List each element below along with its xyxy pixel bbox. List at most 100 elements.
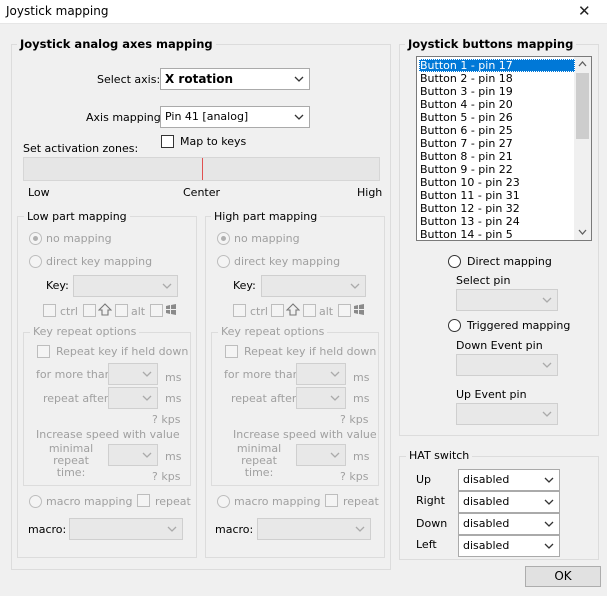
low-macro-combo[interactable] [69, 518, 183, 540]
windows-key-icon [354, 304, 364, 315]
low-no-mapping-radio[interactable] [29, 232, 42, 245]
low-repeat-checkbox[interactable] [137, 494, 150, 507]
chevron-down-icon [544, 499, 554, 505]
low-key-label: Key: [46, 279, 69, 292]
button-mapping-item[interactable]: Button 7 - pin 27 [419, 137, 575, 150]
high-key-combo[interactable] [261, 275, 366, 297]
high-repeat-held-checkbox[interactable] [225, 345, 238, 358]
high-shift-checkbox[interactable] [271, 304, 284, 317]
up-event-pin-label: Up Event pin [456, 388, 527, 401]
buttons-listbox[interactable]: Button 1 - pin 17 Button 2 - pin 18 Button… [416, 56, 592, 241]
scroll-up-icon[interactable] [578, 60, 587, 67]
high-repeat-after-label: repeat after [231, 392, 297, 405]
chevron-down-icon [330, 452, 340, 458]
axis-mapping-combo[interactable]: Pin 41 [analog] [160, 106, 310, 128]
low-increase-speed-label: Increase speed with value [36, 428, 180, 441]
high-minimal-repeat-label: minimal repeat time: [236, 442, 282, 479]
button-mapping-item[interactable]: Button 5 - pin 26 [419, 111, 575, 124]
low-shift-checkbox[interactable] [83, 304, 96, 317]
down-event-pin-label: Down Event pin [456, 339, 543, 352]
ok-button[interactable]: OK [525, 566, 601, 587]
high-for-more-than-label: for more than [224, 368, 300, 381]
hat-right-combo[interactable]: disabled [458, 491, 560, 513]
button-mapping-item[interactable]: Button 4 - pin 20 [419, 98, 575, 111]
chevron-down-icon [542, 411, 552, 417]
low-for-more-than-label: for more than [36, 368, 112, 381]
activation-zones-slider[interactable] [23, 157, 380, 181]
scroll-thumb[interactable] [576, 73, 589, 139]
direct-mapping-label: Direct mapping [467, 255, 552, 268]
close-icon[interactable]: ✕ [578, 2, 591, 20]
button-mapping-item[interactable]: Button 14 - pin 5 [419, 228, 575, 240]
low-alt-label: alt [131, 305, 146, 318]
hat-left-value: disabled [463, 539, 510, 552]
up-event-pin-combo[interactable] [456, 403, 558, 425]
high-macro-mapping-radio[interactable] [217, 495, 230, 508]
map-to-keys-checkbox[interactable] [161, 135, 174, 148]
low-direct-key-radio[interactable] [29, 255, 42, 268]
high-no-mapping-radio[interactable] [217, 232, 230, 245]
button-mapping-item[interactable]: Button 6 - pin 25 [419, 124, 575, 137]
button-mapping-item[interactable]: Button 9 - pin 22 [419, 163, 575, 176]
high-repeat-held-label: Repeat key if held down [244, 345, 377, 358]
low-macro-mapping-radio[interactable] [29, 495, 42, 508]
low-key-repeat-title: Key repeat options [30, 325, 140, 338]
center-marker[interactable] [202, 158, 203, 180]
high-repeat-checkbox[interactable] [325, 494, 338, 507]
high-alt-checkbox[interactable] [303, 304, 316, 317]
low-key-combo[interactable] [73, 275, 178, 297]
buttons-group-title: Joystick buttons mapping [405, 37, 577, 51]
down-event-pin-combo[interactable] [456, 354, 558, 376]
low-repeat-held-checkbox[interactable] [37, 345, 50, 358]
hat-down-value: disabled [463, 517, 510, 530]
hat-up-label: Up [416, 473, 432, 486]
button-mapping-item[interactable]: Button 12 - pin 32 [419, 202, 575, 215]
button-mapping-item[interactable]: Button 10 - pin 23 [419, 176, 575, 189]
select-axis-label: Select axis: [97, 73, 161, 86]
high-macro-combo[interactable] [257, 518, 371, 540]
high-macro-label: macro: [215, 523, 254, 536]
high-direct-key-radio[interactable] [217, 255, 230, 268]
hat-up-combo[interactable]: disabled [458, 469, 560, 491]
high-ctrl-checkbox[interactable] [233, 304, 246, 317]
chevron-down-icon [544, 543, 554, 549]
high-win-checkbox[interactable] [338, 304, 351, 317]
low-direct-key-label: direct key mapping [46, 255, 153, 268]
chevron-down-icon [142, 395, 152, 401]
button-mapping-item[interactable]: Button 1 - pin 17 [419, 59, 575, 72]
button-mapping-item[interactable]: Button 8 - pin 21 [419, 150, 575, 163]
direct-mapping-radio[interactable] [448, 255, 461, 268]
button-mapping-item[interactable]: Button 11 - pin 31 [419, 189, 575, 202]
triggered-mapping-radio[interactable] [448, 319, 461, 332]
low-win-checkbox[interactable] [150, 304, 163, 317]
select-pin-combo[interactable] [456, 289, 558, 311]
windows-key-icon [166, 304, 176, 315]
scroll-down-icon[interactable] [578, 229, 587, 236]
hat-down-combo[interactable]: disabled [458, 513, 560, 535]
chevron-down-icon [294, 114, 304, 120]
shift-icon [98, 303, 112, 316]
button-mapping-item[interactable]: Button 3 - pin 19 [419, 85, 575, 98]
low-for-more-than-combo[interactable] [108, 363, 158, 385]
chevron-down-icon [142, 371, 152, 377]
button-mapping-item[interactable]: Button 13 - pin 24 [419, 215, 575, 228]
high-for-more-than-combo[interactable] [296, 363, 346, 385]
button-mapping-item[interactable]: Button 2 - pin 18 [419, 72, 575, 85]
high-ms-label-3: ms [353, 450, 370, 463]
select-axis-combo[interactable]: X rotation [160, 68, 310, 90]
low-ctrl-checkbox[interactable] [43, 304, 56, 317]
high-repeat-label: repeat [343, 495, 379, 508]
hat-left-combo[interactable]: disabled [458, 535, 560, 557]
low-no-mapping-label: no mapping [46, 232, 112, 245]
high-repeat-after-combo[interactable] [296, 387, 346, 409]
high-alt-label: alt [319, 305, 334, 318]
low-repeat-after-combo[interactable] [108, 387, 158, 409]
low-minimal-repeat-combo[interactable] [108, 444, 158, 466]
low-kps-label-1: ? kps [152, 413, 181, 426]
select-pin-label: Select pin [456, 274, 511, 287]
shift-icon [286, 303, 300, 316]
high-minimal-repeat-combo[interactable] [296, 444, 346, 466]
low-alt-checkbox[interactable] [115, 304, 128, 317]
high-key-label: Key: [233, 279, 256, 292]
listbox-scrollbar[interactable] [574, 57, 591, 240]
